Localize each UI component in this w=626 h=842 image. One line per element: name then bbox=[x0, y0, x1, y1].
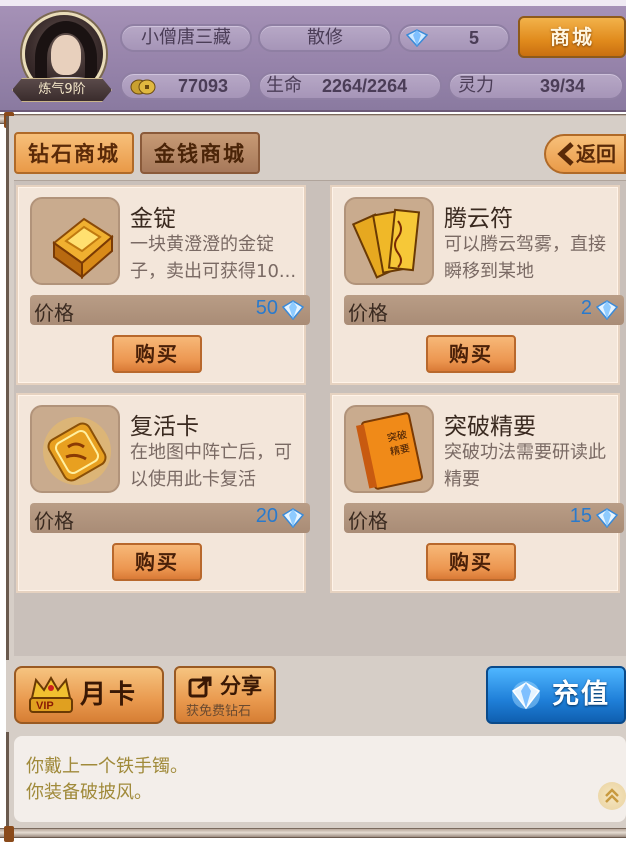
recharge-label: 充值 bbox=[552, 679, 610, 710]
diamond-icon bbox=[282, 300, 304, 320]
player-sect-pill: 散修 bbox=[258, 24, 392, 52]
log-line: 你装备破披风。 bbox=[26, 782, 152, 803]
log-line: 你戴上一个铁手镯。 bbox=[26, 756, 188, 777]
cloud-talisman-icon bbox=[344, 197, 434, 285]
bottom-rail bbox=[0, 826, 626, 842]
player-sect: 散修 bbox=[307, 27, 343, 48]
tab-diamond-shop[interactable]: 钻石商城 bbox=[14, 132, 134, 174]
item-name: 腾云符 bbox=[444, 206, 513, 232]
vip-badge-text: VIP bbox=[36, 700, 54, 712]
buy-button[interactable]: 购买 bbox=[112, 335, 202, 373]
hp-label: 生命 bbox=[266, 75, 302, 96]
share-subtitle: 获免费钻石 bbox=[186, 704, 252, 719]
item-name: 突破精要 bbox=[444, 414, 536, 440]
diamond-icon bbox=[406, 29, 428, 47]
back-label: 返回 bbox=[576, 142, 616, 166]
price-value: 50 bbox=[255, 297, 278, 319]
price-bar: 价格 15 bbox=[344, 503, 624, 533]
price-bar: 价格 2 bbox=[344, 295, 624, 325]
back-button[interactable]: 返回 bbox=[544, 134, 626, 174]
gold-ingot-icon bbox=[30, 197, 120, 285]
buy-button[interactable]: 购买 bbox=[426, 543, 516, 581]
diamond-icon bbox=[511, 681, 541, 710]
price-label: 价格 bbox=[348, 301, 388, 325]
monthly-card-label: 月卡 bbox=[80, 680, 139, 710]
buy-button[interactable]: 购买 bbox=[112, 543, 202, 581]
shop-item-card: 突破 精要 突破精要 突破功法需要研读此精要 价格 15 购买 bbox=[330, 393, 624, 593]
item-desc: 一块黄澄澄的金锭子，卖出可获得10... bbox=[130, 234, 297, 282]
share-label: 分享 bbox=[220, 674, 262, 698]
share-button[interactable]: 分享 获免费钻石 bbox=[174, 666, 276, 724]
breakthrough-book-icon: 突破 精要 bbox=[344, 405, 434, 493]
monthly-card-button[interactable]: VIP 月卡 bbox=[14, 666, 164, 724]
player-name: 小僧唐三藏 bbox=[141, 27, 231, 48]
price-label: 价格 bbox=[348, 509, 388, 533]
hp-value: 2264/2264 bbox=[322, 76, 408, 96]
back-arrow-icon bbox=[557, 142, 574, 166]
mana-pill: 灵力 39/34 bbox=[448, 72, 624, 100]
share-icon bbox=[188, 676, 212, 698]
scroll-up-icon[interactable] bbox=[598, 782, 626, 810]
shop-item-card: 金锭 一块黄澄澄的金锭子，卖出可获得10... 价格 50 购买 bbox=[16, 185, 310, 385]
diamond-icon bbox=[596, 300, 618, 320]
item-desc: 突破功法需要研读此精要 bbox=[444, 442, 606, 490]
mana-value: 39/34 bbox=[540, 76, 586, 96]
shop-button[interactable]: 商城 bbox=[518, 16, 626, 58]
shop-item-card: 复活卡 在地图中阵亡后，可以使用此卡复活 价格 20 购买 bbox=[16, 393, 310, 593]
price-value: 15 bbox=[569, 505, 592, 527]
diamond-icon bbox=[596, 508, 618, 528]
level-tag: 炼气9阶 bbox=[12, 78, 112, 102]
price-value: 2 bbox=[580, 297, 592, 319]
mana-label: 灵力 bbox=[458, 75, 494, 96]
coin-count: 77093 bbox=[177, 76, 229, 96]
diamond-icon bbox=[282, 508, 304, 528]
player-name-pill: 小僧唐三藏 bbox=[120, 24, 252, 52]
price-bar: 价格 20 bbox=[30, 503, 310, 533]
price-label: 价格 bbox=[34, 301, 74, 325]
revive-card-icon bbox=[30, 405, 120, 493]
message-log: 你戴上一个铁手镯。 你装备破披风。 bbox=[14, 736, 626, 822]
price-value: 20 bbox=[255, 505, 278, 527]
item-desc: 可以腾云驾雾，直接瞬移到某地 bbox=[444, 234, 606, 282]
item-desc: 在地图中阵亡后，可以使用此卡复活 bbox=[130, 442, 292, 490]
recharge-button[interactable]: 充值 bbox=[486, 666, 626, 724]
diamond-count: 5 bbox=[468, 28, 479, 48]
items-panel: 金锭 一块黄澄澄的金锭子，卖出可获得10... 价格 50 购买 腾云符 可以腾… bbox=[14, 180, 626, 656]
shop-item-card: 腾云符 可以腾云驾雾，直接瞬移到某地 价格 2 购买 bbox=[330, 185, 624, 385]
price-bar: 价格 50 bbox=[30, 295, 310, 325]
price-label: 价格 bbox=[34, 509, 74, 533]
tab-money-shop[interactable]: 金钱商城 bbox=[140, 132, 260, 174]
vip-crown-icon: VIP bbox=[29, 676, 73, 713]
avatar-face bbox=[51, 35, 81, 75]
hp-pill: 生命 2264/2264 bbox=[258, 72, 442, 100]
item-name: 金锭 bbox=[130, 206, 176, 232]
coin-pill: 77093 bbox=[120, 72, 252, 100]
diamond-pill: 5 bbox=[398, 24, 510, 52]
player-header: 炼气9阶 小僧唐三藏 散修 5 77093 生命 2264/2264 灵力 39… bbox=[0, 0, 626, 112]
item-name: 复活卡 bbox=[130, 414, 199, 440]
coin-icon bbox=[130, 79, 156, 95]
buy-button[interactable]: 购买 bbox=[426, 335, 516, 373]
